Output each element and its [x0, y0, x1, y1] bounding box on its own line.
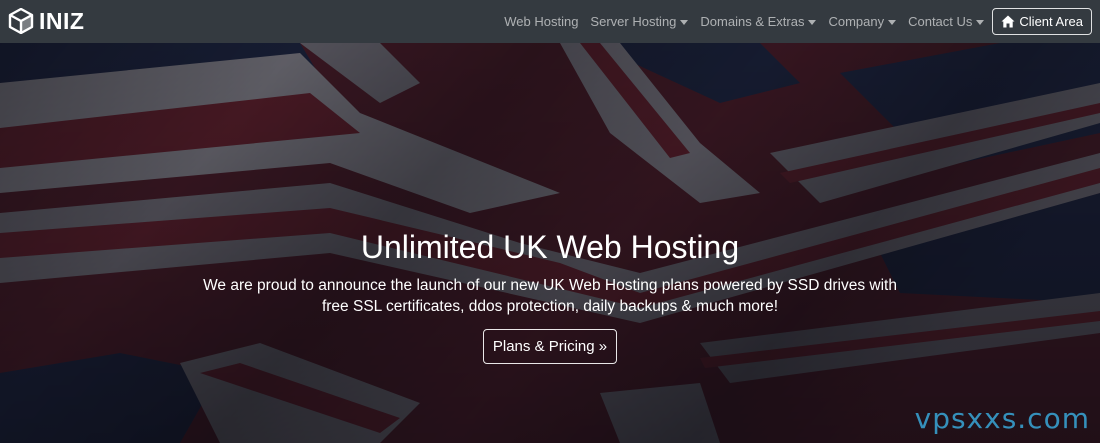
watermark-text: vpsxxs.com — [914, 402, 1090, 435]
chevron-down-icon — [680, 19, 689, 25]
nav-web-hosting-label: Web Hosting — [504, 14, 579, 29]
brand-logo-link[interactable]: INIZ — [8, 7, 84, 35]
main-nav: Web Hosting Server Hosting Domains & Ext… — [498, 0, 1092, 43]
cube-logo-icon — [8, 8, 34, 34]
client-area-label: Client Area — [1019, 14, 1083, 29]
client-area-button[interactable]: Client Area — [992, 8, 1092, 35]
hero-content: Unlimited UK Web Hosting We are proud to… — [0, 43, 1100, 443]
nav-server-hosting-label: Server Hosting — [590, 14, 677, 29]
nav-domains-extras-label: Domains & Extras — [700, 14, 805, 29]
page: INIZ Web Hosting Server Hosting Domains … — [0, 0, 1100, 443]
home-icon — [1001, 15, 1015, 28]
brand-name: INIZ — [39, 7, 85, 34]
top-navbar: INIZ Web Hosting Server Hosting Domains … — [0, 0, 1100, 43]
chevron-down-icon — [888, 19, 897, 25]
hero-subtitle: We are proud to announce the launch of o… — [203, 277, 897, 315]
nav-company[interactable]: Company — [822, 14, 902, 29]
chevron-down-icon — [976, 19, 985, 25]
nav-server-hosting[interactable]: Server Hosting — [584, 14, 694, 29]
chevron-down-icon — [808, 19, 817, 25]
hero-title: Unlimited UK Web Hosting — [360, 229, 740, 265]
nav-company-label: Company — [828, 14, 885, 29]
plans-pricing-button[interactable]: Plans & Pricing » — [483, 329, 617, 364]
nav-contact-us-label: Contact Us — [908, 14, 973, 29]
nav-contact-us[interactable]: Contact Us — [902, 14, 990, 29]
nav-domains-extras[interactable]: Domains & Extras — [694, 14, 822, 29]
hero-banner: Unlimited UK Web Hosting We are proud to… — [0, 43, 1100, 443]
nav-web-hosting[interactable]: Web Hosting — [498, 14, 584, 29]
